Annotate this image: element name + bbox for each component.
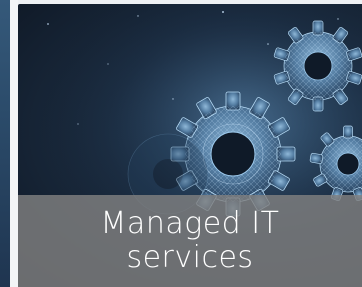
adjacent-card-edge (0, 0, 10, 287)
card-caption[interactable]: Managed IT services (40, 207, 340, 275)
service-card-managed-it[interactable]: Managed IT services (18, 4, 362, 287)
caption-overlay: Managed IT services (18, 195, 362, 287)
card-gutter (10, 0, 18, 287)
page: Managed IT services (0, 0, 362, 287)
